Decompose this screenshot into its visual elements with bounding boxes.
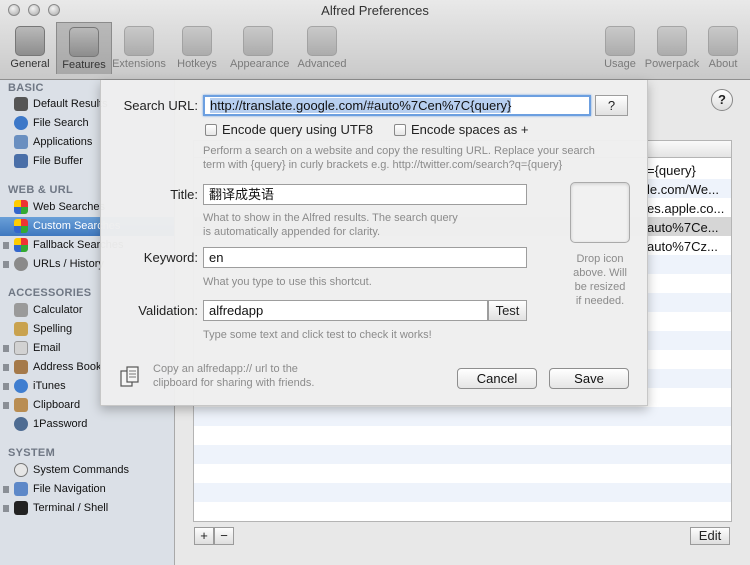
sidebar-item-terminal[interactable]: Terminal / Shell xyxy=(0,499,174,518)
window-title: Alfred Preferences xyxy=(321,3,429,18)
search-url-help-text: Perform a search on a website and copy t… xyxy=(203,145,595,171)
usage-icon xyxy=(605,26,635,56)
search-url-help-button[interactable]: ? xyxy=(595,95,628,116)
spelling-icon xyxy=(14,322,28,336)
disclosure-icon xyxy=(3,261,9,268)
sidebar-item-file-navigation[interactable]: File Navigation xyxy=(0,480,174,499)
general-icon xyxy=(15,26,45,56)
email-icon xyxy=(14,341,28,355)
custom-searches-icon xyxy=(14,219,28,233)
disclosure-icon xyxy=(3,242,9,249)
toolbar-advanced[interactable]: Advanced xyxy=(294,22,350,74)
edit-search-button[interactable]: Edit xyxy=(690,527,730,545)
applications-icon xyxy=(14,135,28,149)
clipboard-icon xyxy=(14,398,28,412)
cancel-button[interactable]: Cancel xyxy=(457,368,537,389)
disclosure-icon xyxy=(3,505,9,512)
title-help-text: What to show in the Alfred results. The … xyxy=(203,212,458,238)
sidebar-section-title: BASIC xyxy=(8,82,44,94)
address-book-icon xyxy=(14,360,28,374)
link-icon xyxy=(14,257,28,271)
table-row xyxy=(194,407,731,426)
toolbar-features[interactable]: Features xyxy=(56,22,112,74)
1password-icon xyxy=(14,417,28,431)
toolbar-general[interactable]: General xyxy=(2,22,58,74)
sidebar-section-title: WEB & URL xyxy=(8,184,74,196)
keyword-help-text: What you type to use this shortcut. xyxy=(203,276,372,288)
powerpack-icon xyxy=(657,26,687,56)
validation-input[interactable]: alfredapp xyxy=(203,300,488,321)
disclosure-icon xyxy=(3,364,9,371)
finder-icon xyxy=(14,482,28,496)
itunes-icon xyxy=(14,379,28,393)
keyword-input[interactable]: en xyxy=(203,247,527,268)
window-toolbar: Alfred Preferences General Features Exte… xyxy=(0,0,750,80)
toolbar-appearance[interactable]: Appearance xyxy=(230,22,289,74)
toolbar-powerpack[interactable]: Powerpack xyxy=(644,22,700,74)
power-icon xyxy=(14,463,28,477)
title-input[interactable]: 翻译成英语 xyxy=(203,184,527,205)
validation-help-text: Type some text and click test to check i… xyxy=(203,329,432,341)
fallback-icon xyxy=(14,238,28,252)
web-searches-icon xyxy=(14,200,28,214)
appearance-icon xyxy=(243,26,273,56)
validation-label: Validation: xyxy=(138,303,198,318)
search-url-label: Search URL: xyxy=(123,98,198,113)
sidebar-item-system-commands[interactable]: System Commands xyxy=(0,461,174,480)
copy-url-text: Copy an alfredapp:// url to the clipboar… xyxy=(153,363,315,389)
toolbar-usage[interactable]: Usage xyxy=(592,22,648,74)
sidebar-section-title: ACCESSORIES xyxy=(8,287,92,299)
magnifier-icon xyxy=(14,116,28,130)
custom-search-sheet xyxy=(100,80,648,406)
terminal-icon xyxy=(14,501,28,515)
add-search-button[interactable]: + xyxy=(194,527,214,545)
encode-spaces-label: Encode spaces as + xyxy=(411,122,529,137)
advanced-icon xyxy=(307,26,337,56)
title-label: Title: xyxy=(170,187,198,202)
copy-icon[interactable] xyxy=(120,366,140,388)
hotkeys-icon xyxy=(182,26,212,56)
hat-icon xyxy=(14,97,28,111)
disclosure-icon xyxy=(3,345,9,352)
table-row xyxy=(194,445,731,464)
sidebar-item-1password[interactable]: 1Password xyxy=(0,415,174,434)
extensions-icon xyxy=(124,26,154,56)
table-row xyxy=(194,483,731,502)
sidebar-section-title: SYSTEM xyxy=(8,447,56,459)
encode-spaces-checkbox[interactable] xyxy=(394,124,406,136)
disclosure-icon xyxy=(3,402,9,409)
encode-utf8-label: Encode query using UTF8 xyxy=(222,122,374,137)
drop-icon-hint: Drop icon above. Will be resized if need… xyxy=(573,253,627,307)
toolbar-hotkeys[interactable]: Hotkeys xyxy=(169,22,225,74)
save-button[interactable]: Save xyxy=(549,368,629,389)
help-button[interactable]: ? xyxy=(711,89,733,111)
icon-drop-well[interactable] xyxy=(570,182,630,243)
toolbar-about[interactable]: About xyxy=(697,22,749,74)
toolbar-extensions[interactable]: Extensions xyxy=(111,22,167,74)
features-icon xyxy=(69,27,99,57)
search-url-input[interactable]: http://translate.google.com/#auto%7Cen%7… xyxy=(203,95,591,116)
disclosure-icon xyxy=(3,486,9,493)
about-icon xyxy=(708,26,738,56)
remove-search-button[interactable]: − xyxy=(214,527,234,545)
encode-utf8-checkbox[interactable] xyxy=(205,124,217,136)
file-buffer-icon xyxy=(14,154,28,168)
keyword-label: Keyword: xyxy=(143,250,198,265)
disclosure-icon xyxy=(3,383,9,390)
calculator-icon xyxy=(14,303,28,317)
test-button[interactable]: Test xyxy=(488,300,527,321)
